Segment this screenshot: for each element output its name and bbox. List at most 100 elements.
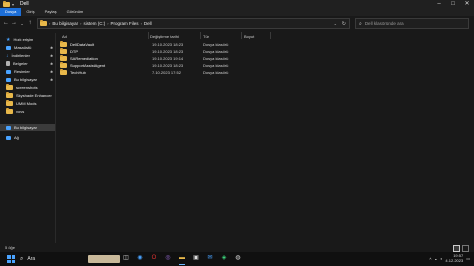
search-input[interactable]: Dell klasöründe ara xyxy=(365,21,404,26)
chevron-up-icon[interactable]: ˄ xyxy=(429,256,431,261)
item-count: 5 öğe xyxy=(5,245,16,250)
breadcrumb-this-pc[interactable]: Bu bilgisayar xyxy=(52,21,78,26)
folder-name: DTP xyxy=(70,49,78,54)
app-icon[interactable]: ◎ xyxy=(164,254,172,263)
pin-icon: ✱ xyxy=(50,45,53,50)
folder-icon xyxy=(60,55,67,61)
sidebar-item-label: UMM Mods xyxy=(16,101,37,106)
volume-icon[interactable]: ◖ xyxy=(440,256,442,261)
breadcrumb-separator-icon: › xyxy=(140,21,142,26)
maximize-button[interactable]: □ xyxy=(446,0,460,8)
up-arrow-icon[interactable]: ↑ xyxy=(26,20,34,26)
column-divider[interactable] xyxy=(200,32,201,39)
table-row[interactable]: SARemediation 19.10.2023 19:14 Dosya kla… xyxy=(56,55,468,62)
sidebar-item-documents[interactable]: Belgeler ✱ xyxy=(6,60,54,67)
table-row[interactable]: DTP 19.10.2023 18:23 Dosya klasörü xyxy=(56,48,468,55)
breadcrumb-program-files[interactable]: Program Files xyxy=(111,21,139,26)
sidebar-item-label: vovs xyxy=(16,109,25,114)
recent-locations-chevron-icon[interactable]: ⌄ xyxy=(18,21,26,26)
tab-file[interactable]: Dosya xyxy=(0,8,22,16)
store-icon[interactable]: ▣ xyxy=(192,254,200,263)
sidebar-item-desktop[interactable]: Masaüstü ✱ xyxy=(6,44,54,51)
sidebar-item-vovs[interactable]: vovs xyxy=(6,108,54,115)
type-cell: Dosya klasörü xyxy=(203,70,229,75)
back-arrow-icon[interactable]: ← xyxy=(2,20,10,26)
sidebar-item-downloads[interactable]: ↓ İndirilenler ✱ xyxy=(6,52,54,59)
breadcrumb-dell[interactable]: Dell xyxy=(144,21,152,26)
large-icons-view-icon[interactable] xyxy=(462,245,469,252)
date-modified-cell: 19.10.2023 18:23 xyxy=(152,49,184,54)
refresh-icon[interactable]: ↻ xyxy=(342,21,346,27)
close-button[interactable]: ✕ xyxy=(460,0,474,8)
taskbar-search[interactable]: ⌕ Ara xyxy=(20,254,35,264)
file-name-cell: SARemediation xyxy=(60,55,98,61)
pin-icon: ✱ xyxy=(50,61,53,66)
sidebar-item-umm-mods[interactable]: UMM Mods xyxy=(6,100,54,107)
quick-access-toolbar: ▾ xyxy=(3,0,14,7)
date-modified-cell: 19.10.2023 19:14 xyxy=(152,56,184,61)
sidebar-item-label: Skyshade Enhancer xyxy=(16,93,52,98)
picture-icon xyxy=(6,69,11,74)
sidebar-item-pictures[interactable]: Resimler ✱ xyxy=(6,68,54,75)
column-header-name[interactable]: Ad xyxy=(62,32,67,40)
file-name-cell: SupportAssistAgent xyxy=(60,62,106,68)
sidebar-item-this-pc[interactable]: Bu bilgisayar xyxy=(0,124,55,131)
folder-icon xyxy=(6,92,13,98)
task-view-icon[interactable]: ◫ xyxy=(122,254,130,263)
sidebar-item-screenshots[interactable]: screenshots xyxy=(6,84,54,91)
column-header-size[interactable]: Boyut xyxy=(244,32,254,40)
file-explorer-icon[interactable]: ▬ xyxy=(178,254,186,265)
tab-view[interactable]: Görünüm xyxy=(62,8,89,16)
view-toggle xyxy=(453,245,469,252)
column-divider[interactable] xyxy=(270,32,271,39)
folder-icon xyxy=(60,48,67,54)
table-row[interactable]: DellDataVault 19.10.2023 18:23 Dosya kla… xyxy=(56,41,468,48)
mail-icon[interactable]: ✉ xyxy=(206,254,214,263)
folder-icon[interactable] xyxy=(3,0,10,7)
xbox-icon[interactable]: ◈ xyxy=(220,254,228,263)
pin-icon: ✱ xyxy=(50,53,53,58)
chevron-down-icon[interactable]: ▾ xyxy=(12,2,14,7)
sidebar-item-this-pc-pinned[interactable]: Bu bilgisayar ✱ xyxy=(6,76,54,83)
table-row[interactable]: SupportAssistAgent 19.10.2023 18:23 Dosy… xyxy=(56,62,468,69)
column-divider[interactable] xyxy=(148,32,149,39)
table-row[interactable]: TechHub 7.10.2023 17:52 Dosya klasörü xyxy=(56,69,468,76)
sidebar-item-skyshade-enhancer[interactable]: Skyshade Enhancer xyxy=(6,92,54,99)
windows-start-icon[interactable] xyxy=(7,255,15,263)
opera-icon[interactable]: O xyxy=(150,254,158,263)
type-cell: Dosya klasörü xyxy=(203,42,229,47)
column-header-date-modified[interactable]: Değiştirme tarihi xyxy=(150,32,179,40)
breadcrumb-separator-icon: › xyxy=(107,21,109,26)
file-name-cell: DTP xyxy=(60,48,78,54)
column-divider[interactable] xyxy=(241,32,242,39)
tab-share[interactable]: Paylaş xyxy=(40,8,62,16)
details-view-icon[interactable] xyxy=(453,245,460,252)
navigation-pane: ★ Hızlı erişim Masaüstü ✱ ↓ İndirilenler… xyxy=(0,33,56,243)
folder-name: SupportAssistAgent xyxy=(70,63,106,68)
search-box[interactable]: ⌕ Dell klasöründe ara xyxy=(355,18,469,29)
breadcrumb-system-drive[interactable]: sistem (C:) xyxy=(83,21,105,26)
sidebar-item-quick-access[interactable]: ★ Hızlı erişim xyxy=(6,36,54,43)
steam-icon[interactable]: ◍ xyxy=(234,254,242,263)
tab-home[interactable]: Giriş xyxy=(21,8,39,16)
forward-arrow-icon[interactable]: → xyxy=(10,20,18,26)
sidebar-item-label: Bu bilgisayar xyxy=(14,77,37,82)
address-bar[interactable]: › Bu bilgisayar › sistem (C:) › Program … xyxy=(37,18,350,29)
network-icon[interactable]: ◒ xyxy=(435,256,437,261)
clock[interactable]: 19:57 4.12.2023 xyxy=(445,253,463,263)
computer-icon xyxy=(6,125,11,130)
notification-icon[interactable]: ▭ xyxy=(466,256,470,261)
column-header-type[interactable]: Tür xyxy=(203,32,209,40)
chevron-down-icon[interactable]: ⌄ xyxy=(334,21,337,26)
type-cell: Dosya klasörü xyxy=(203,63,229,68)
chrome-icon[interactable]: ◉ xyxy=(136,254,144,263)
system-tray: ˄ ◒ ◖ 19:57 4.12.2023 ▭ xyxy=(429,253,470,263)
title-bar: ▾ Dell – □ ✕ xyxy=(0,0,474,8)
minimize-button[interactable]: – xyxy=(432,0,446,8)
computer-icon xyxy=(40,20,47,26)
folder-icon xyxy=(6,84,13,90)
search-icon: ⌕ xyxy=(359,20,362,27)
sidebar-item-network[interactable]: Ağ xyxy=(6,134,54,141)
search-highlight-image[interactable] xyxy=(88,255,120,263)
ribbon-tabs: Dosya Giriş Paylaş Görünüm xyxy=(0,8,474,16)
